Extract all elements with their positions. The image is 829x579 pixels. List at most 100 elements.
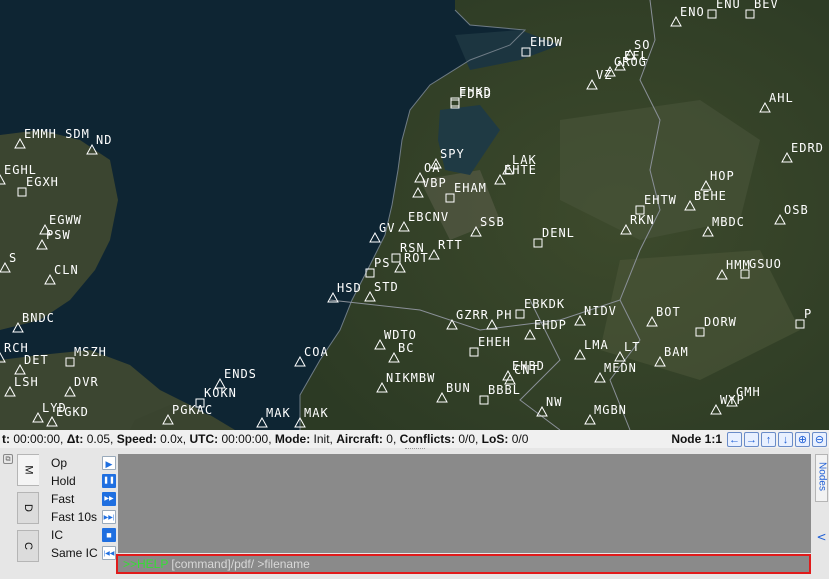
waypoint-label: OSB: [784, 203, 809, 217]
waypoint: MAK: [294, 406, 328, 428]
waypoint-label: PH: [496, 308, 512, 322]
ic-button[interactable]: IC ■: [42, 526, 116, 544]
stop-icon[interactable]: ■: [102, 528, 116, 542]
tab-c[interactable]: C: [17, 530, 39, 562]
skip-back-icon[interactable]: |◀◀: [102, 546, 116, 560]
waypoint-label: VBP: [422, 176, 447, 190]
waypoint: S: [0, 251, 17, 273]
sim-time-value: 00:00:00,: [13, 432, 64, 446]
waypoint-label: ND: [96, 133, 112, 147]
fast-forward-icon[interactable]: ▶▶: [102, 492, 116, 506]
pause-icon[interactable]: ❚❚: [102, 474, 116, 488]
waypoint: EDRD: [781, 141, 823, 163]
waypoint-label: ROT: [404, 251, 429, 265]
waypoint-label: CNT: [514, 363, 539, 377]
command-hint: [command]/pdf/ >filename: [171, 557, 310, 571]
dt-value: 0.05,: [86, 432, 114, 446]
console-output[interactable]: [118, 454, 811, 553]
nodes-tab-label: Nodes: [816, 462, 828, 491]
zoom-in-icon[interactable]: ⊕: [795, 431, 810, 447]
nodes-tab[interactable]: Nodes: [815, 454, 828, 502]
waypoint: LT: [614, 340, 639, 362]
bottom-panel: ⧉ M D C Op ▶ Hold ❚❚ Fast ▶▶ Fast 10s ▶▶…: [0, 448, 829, 579]
arrow-up-icon[interactable]: ↑: [761, 431, 776, 447]
waypoint-label: EBKDK: [524, 297, 565, 311]
arrow-down-icon[interactable]: ↓: [778, 431, 793, 447]
arrow-left-icon[interactable]: ←: [727, 431, 742, 447]
waypoint: ENU: [707, 0, 740, 19]
waypoint: LSH: [4, 375, 38, 397]
waypoint: AHL: [759, 91, 794, 113]
waypoint: BEHE: [684, 189, 726, 211]
speed-value: 0.0x,: [160, 432, 187, 446]
tab-m[interactable]: M: [17, 454, 39, 486]
waypoint-label: PGKAC: [172, 403, 213, 417]
collapse-arrow-icon[interactable]: <: [815, 530, 828, 544]
conflicts-label: Conflicts:: [399, 432, 455, 446]
fast-10s-label: Fast 10s: [51, 510, 98, 524]
waypoint-label: HOP: [710, 169, 735, 183]
waypoint-square-icon: [521, 47, 531, 57]
waypoint: EHAM: [445, 181, 486, 203]
waypoint-label: HSD: [337, 281, 362, 295]
waypoint-square-icon: [391, 253, 401, 263]
waypoint: VZ: [586, 68, 611, 90]
waypoint-label: ENDS: [224, 367, 257, 381]
waypoint-label: PS: [374, 256, 390, 270]
waypoint-label: WYP: [720, 393, 745, 407]
waypoint: BC: [388, 341, 413, 363]
conflicts-value: 0/0,: [458, 432, 479, 446]
waypoint-square-icon: [445, 193, 455, 203]
zoom-out-icon[interactable]: ⊖: [812, 431, 827, 447]
waypoint-label: BNDC: [22, 311, 55, 325]
waypoint: GV: [369, 221, 394, 243]
node-controls: Node 1:1 ← → ↑ ↓ ⊕ ⊖: [671, 431, 827, 447]
undock-icon[interactable]: ⧉: [3, 454, 13, 464]
waypoint: MSZH: [65, 345, 107, 367]
command-line-input[interactable]: >>HELP [command]/pdf/ >filename: [116, 554, 811, 574]
speed-label: Speed:: [116, 432, 157, 446]
waypoint-label: AHL: [769, 91, 794, 105]
node-label: Node 1:1: [671, 432, 722, 446]
splitter-handle[interactable]: [405, 448, 425, 453]
waypoint-label: EHDW: [530, 35, 563, 49]
waypoint: NIKMBW: [376, 371, 434, 393]
waypoint-label: DET: [24, 353, 49, 367]
waypoint-label: BBBL: [488, 383, 521, 397]
waypoint: ENDS: [214, 367, 257, 389]
waypoint: PGKAC: [162, 403, 213, 425]
command-prompt: >>HELP: [123, 557, 169, 571]
waypoint-label: MSZH: [74, 345, 107, 359]
waypoint: RKN: [620, 213, 655, 235]
waypoint: CNT: [504, 363, 539, 385]
waypoint: EBCNV: [398, 210, 448, 232]
waypoint-label: WDTO: [384, 328, 417, 342]
fast-button[interactable]: Fast ▶▶: [42, 490, 116, 508]
waypoint-label: FDRD: [459, 87, 492, 101]
skip-forward-icon[interactable]: ▶▶|: [102, 510, 116, 524]
play-icon[interactable]: ▶: [102, 456, 116, 470]
waypoint-square-icon: [450, 97, 460, 107]
waypoint-layer: ENOEHDW SOEFLGROGVZAHLEHKDFDRDSPYOALAKEHT…: [0, 0, 823, 428]
mode-value: Init,: [313, 432, 333, 446]
radar-map[interactable]: ENO EHDW SO EFL GROG VZ AHL EHKD FDRD SPY OA LAK EHT…: [0, 0, 829, 430]
op-button[interactable]: Op ▶: [42, 454, 116, 472]
tab-d[interactable]: D: [17, 492, 39, 524]
waypoint-square-icon: [707, 9, 717, 19]
waypoint-label: S: [9, 251, 17, 265]
waypoint: STD: [364, 280, 399, 302]
hold-button[interactable]: Hold ❚❚: [42, 472, 116, 490]
waypoint-label: LMA: [584, 338, 609, 352]
waypoint-label: STD: [374, 280, 399, 294]
same-ic-button[interactable]: Same IC |◀◀: [42, 544, 116, 562]
waypoint-label: GROG: [614, 55, 647, 69]
waypoint-label: NIDV: [584, 304, 617, 318]
waypoint-label: RKN: [630, 213, 655, 227]
waypoint: EHDW: [521, 35, 563, 57]
waypoint: BAM: [654, 345, 688, 367]
waypoint-label: MBDC: [712, 215, 745, 229]
arrow-right-icon[interactable]: →: [744, 431, 759, 447]
fast-10s-button[interactable]: Fast 10s ▶▶|: [42, 508, 116, 526]
tab-d-label: D: [21, 504, 34, 512]
waypoint: DET: [14, 353, 49, 375]
